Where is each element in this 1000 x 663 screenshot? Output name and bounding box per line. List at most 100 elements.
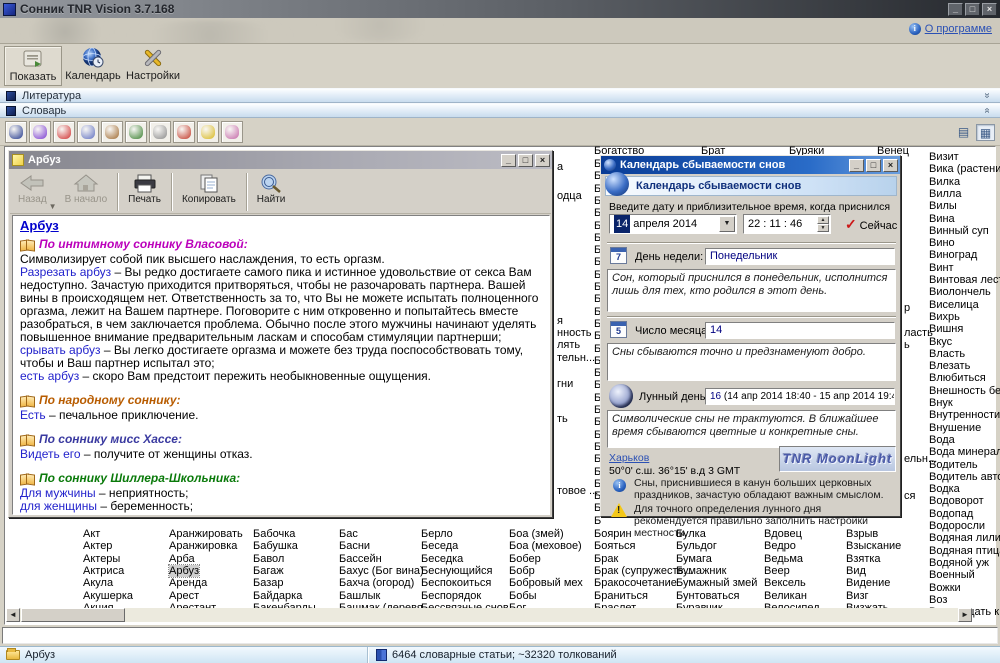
list-item[interactable]: Боярин [594, 528, 632, 540]
list-item[interactable]: Беседа [421, 540, 458, 552]
list-item[interactable]: Акула [83, 577, 113, 589]
list-item[interactable]: Бобр [509, 565, 535, 577]
calendar-button[interactable]: Календарь [64, 46, 122, 86]
article-link[interactable]: для женщины [20, 499, 97, 513]
list-item[interactable]: Вилы [929, 200, 957, 212]
list-item[interactable]: Бабушка [253, 540, 298, 552]
list-item[interactable]: Бабочка [253, 528, 295, 540]
list-item[interactable]: Винтовая лест... [929, 274, 1000, 286]
list-item[interactable]: ь [904, 339, 910, 351]
list-item[interactable]: товое ... [557, 485, 598, 497]
list-item[interactable]: Беспорядок [421, 590, 481, 602]
list-item[interactable]: Ведьма [764, 553, 803, 565]
list-item[interactable]: Вихрь [929, 311, 960, 323]
list-item[interactable]: гни [557, 378, 573, 390]
list-item[interactable]: Виолончель [929, 286, 991, 298]
list-item[interactable]: Визг [846, 590, 869, 602]
list-item[interactable]: Беспокоиться [421, 577, 491, 589]
card-icon-button[interactable] [197, 121, 219, 143]
list-item[interactable]: одца [557, 190, 582, 202]
back-dropdown-icon[interactable]: ▼ [49, 202, 57, 211]
list-item[interactable]: Браниться [594, 590, 648, 602]
list-item[interactable]: Актриса [83, 565, 124, 577]
list-item[interactable]: Великан [764, 590, 807, 602]
minimize-button[interactable]: _ [948, 3, 963, 16]
list-item[interactable]: ласть [904, 327, 933, 339]
band-dictionary[interactable]: Словарь [0, 103, 1000, 118]
balance-icon-button[interactable] [5, 121, 27, 143]
list-item[interactable]: Виноград [929, 249, 977, 261]
list-item[interactable]: Веер [764, 565, 790, 577]
list-item[interactable]: Вино [929, 237, 955, 249]
list-item[interactable]: ть [557, 413, 568, 425]
list-item[interactable]: Водка [929, 483, 960, 495]
statue-icon-button[interactable] [149, 121, 171, 143]
list-item[interactable]: Внешность без... [929, 385, 1000, 397]
article-link[interactable]: Есть [20, 408, 46, 422]
list-item[interactable]: Вина [929, 213, 955, 225]
list-item[interactable]: Бракосочетание [594, 577, 677, 589]
list-item[interactable]: Вид [846, 565, 866, 577]
article-link[interactable]: срывать арбуз [20, 343, 101, 357]
list-item[interactable]: Водоросли [929, 520, 985, 532]
list-item[interactable]: Воз [929, 594, 947, 606]
list-item[interactable]: Видение [846, 577, 890, 589]
list-item[interactable]: Аренда [169, 577, 207, 589]
scroll-right-icon[interactable]: ► [958, 608, 972, 622]
list-item[interactable]: Военный [929, 569, 975, 581]
chevron-down-icon[interactable] [980, 90, 994, 102]
list-item[interactable]: Винт [929, 262, 954, 274]
list-item[interactable]: Башлык [339, 590, 380, 602]
list-item[interactable]: Актеры [83, 553, 120, 565]
maximize-button[interactable]: □ [518, 154, 533, 167]
arbuz-titlebar[interactable]: Арбуз _ □ × [9, 151, 552, 169]
combo-dropdown-icon[interactable]: ▼ [719, 216, 735, 232]
beetle-icon-button[interactable] [125, 121, 147, 143]
find-button[interactable]: Найти [251, 172, 292, 212]
list-item[interactable]: Боа (змей) [509, 528, 564, 540]
scroll-left-icon[interactable]: ◄ [6, 608, 20, 622]
list-item[interactable]: Визит [929, 151, 959, 163]
calendar-titlebar[interactable]: Календарь сбываемости снов _ □ × [601, 156, 900, 174]
list-item[interactable]: Бояться [594, 540, 636, 552]
list-item[interactable]: Берло [421, 528, 453, 540]
list-item[interactable]: Влюбиться [929, 372, 986, 384]
list-item[interactable]: Водяная птица [929, 545, 1000, 557]
list-item[interactable]: Водяная лили... [929, 532, 1000, 544]
list-item[interactable]: я [557, 315, 563, 327]
list-item[interactable]: Водоворот [929, 495, 984, 507]
list-item[interactable]: Акушерка [83, 590, 133, 602]
maximize-button[interactable]: □ [866, 159, 881, 172]
list-item[interactable]: Бумага [676, 553, 712, 565]
list-item[interactable]: Бумажник [676, 565, 726, 577]
list-item[interactable]: Акт [83, 528, 100, 540]
band-literature[interactable]: Литература [0, 88, 1000, 103]
close-button[interactable]: × [883, 159, 898, 172]
deer-icon-button[interactable] [101, 121, 123, 143]
list-item[interactable]: Вилла [929, 188, 961, 200]
close-button[interactable]: × [982, 3, 997, 16]
scrollbar-thumb[interactable] [21, 608, 125, 622]
list-item[interactable]: Актер [83, 540, 112, 552]
list-item[interactable]: р [904, 302, 910, 314]
list-item[interactable]: Винный суп [929, 225, 989, 237]
list-item[interactable]: Вилка [929, 176, 960, 188]
about-link[interactable]: i О программе [909, 23, 992, 35]
article-link[interactable]: есть арбуз [20, 369, 79, 383]
window-titlebar[interactable]: Сонник TNR Vision 3.7.168 _ □ × [0, 0, 1000, 18]
list-item[interactable]: Байдарка [253, 590, 302, 602]
chevron-up-icon[interactable] [980, 105, 994, 117]
list-item[interactable]: Вода минерал... [929, 446, 1000, 458]
back-button[interactable]: Назад [12, 172, 53, 212]
list-item[interactable]: Арест [169, 590, 199, 602]
list-item[interactable]: Власть [929, 348, 965, 360]
list-item[interactable]: ся [904, 490, 915, 502]
horizontal-scrollbar[interactable]: ◄ ► [6, 608, 972, 622]
list-item[interactable]: Виселица [929, 299, 979, 311]
list-item[interactable]: Арба [169, 553, 195, 565]
list-item[interactable]: Бас [339, 528, 358, 540]
gem-icon-button[interactable] [29, 121, 51, 143]
list-item[interactable]: Бобы [509, 590, 537, 602]
list-item[interactable]: Вишня [929, 323, 963, 335]
list-item[interactable]: Басни [339, 540, 370, 552]
